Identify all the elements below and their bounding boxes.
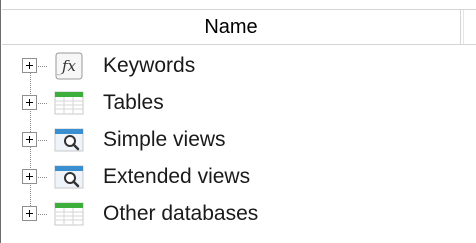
table-icon <box>54 202 84 226</box>
name-column-header[interactable]: Name <box>2 10 461 44</box>
expand-icon[interactable] <box>22 206 37 221</box>
tree-item-keywords[interactable]: fx Keywords <box>1 48 476 85</box>
tree-item-extended-views[interactable]: Extended views <box>1 159 476 196</box>
expand-icon[interactable] <box>22 169 37 184</box>
tree-view: fx Keywords Tables Simple views Extended… <box>1 46 476 243</box>
tree-item-label: Extended views <box>103 165 251 188</box>
table-icon <box>54 91 84 115</box>
expand-icon[interactable] <box>22 132 37 147</box>
view-icon <box>54 128 84 152</box>
empty-column-header[interactable] <box>463 10 476 44</box>
tree-item-simple-views[interactable]: Simple views <box>1 122 476 159</box>
svg-text:fx: fx <box>61 57 77 75</box>
expand-icon[interactable] <box>22 95 37 110</box>
tree-item-other-databases[interactable]: Other databases <box>1 196 476 233</box>
view-icon <box>54 165 84 189</box>
object-tree-panel: Name fx Keywords Tables Simple views Ext… <box>0 0 476 243</box>
tree-item-tables[interactable]: Tables <box>1 85 476 122</box>
function-icon: fx <box>55 52 83 80</box>
tree-item-label: Tables <box>103 91 164 114</box>
tree-item-label: Other databases <box>103 202 259 225</box>
tree-item-label: Keywords <box>103 54 196 77</box>
name-column-label: Name <box>204 15 258 38</box>
column-header: Name <box>2 9 476 45</box>
tree-item-label: Simple views <box>103 128 226 151</box>
expand-icon[interactable] <box>22 58 37 73</box>
